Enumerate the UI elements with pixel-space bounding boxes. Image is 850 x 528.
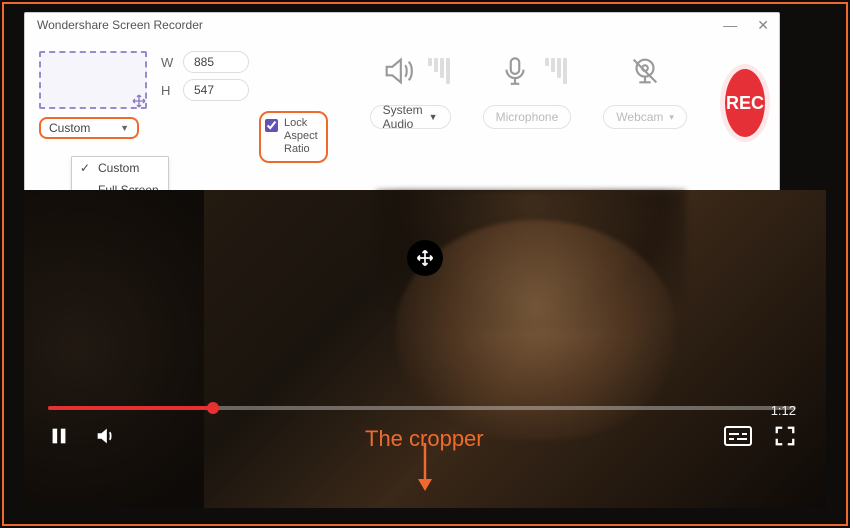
pause-button[interactable] xyxy=(48,425,70,452)
close-button[interactable]: ✕ xyxy=(757,17,769,34)
speaker-icon xyxy=(370,51,426,91)
titlebar: Wondershare Screen Recorder — ✕ xyxy=(25,13,779,37)
lock-aspect-label: Lock Aspect Ratio xyxy=(284,117,318,157)
capture-region-preview[interactable] xyxy=(39,51,147,109)
microphone-dropdown[interactable]: Microphone xyxy=(483,105,572,129)
webcam-off-icon xyxy=(617,51,673,91)
lock-aspect-group[interactable]: Lock Aspect Ratio xyxy=(259,111,328,163)
width-input[interactable] xyxy=(183,51,249,73)
width-label: W xyxy=(161,55,177,70)
check-icon: ✓ xyxy=(80,161,92,175)
chevron-down-icon: ▼ xyxy=(429,112,438,122)
height-input[interactable] xyxy=(183,79,249,101)
move-arrows-icon xyxy=(131,93,147,109)
system-audio-dropdown[interactable]: System Audio ▼ xyxy=(370,105,451,129)
volume-button[interactable] xyxy=(94,425,116,452)
audio-level-icon xyxy=(428,58,450,84)
region-mode-dropdown[interactable]: Custom ▼ xyxy=(39,117,139,139)
lock-aspect-checkbox[interactable] xyxy=(265,119,278,132)
record-button[interactable]: REC xyxy=(725,69,765,137)
fullscreen-button[interactable] xyxy=(774,425,796,452)
recorder-window: Wondershare Screen Recorder — ✕ Custom ▼… xyxy=(24,12,780,208)
progress-bar[interactable] xyxy=(48,406,796,410)
mic-level-icon xyxy=(545,58,567,84)
microphone-icon xyxy=(487,51,543,91)
annotation-arrow-icon xyxy=(415,443,435,496)
chevron-down-icon: ▼ xyxy=(120,123,129,133)
subtitles-button[interactable] xyxy=(724,426,752,451)
minimize-button[interactable]: — xyxy=(723,17,737,34)
duration-label: 1:12 xyxy=(771,403,796,418)
height-label: H xyxy=(161,83,177,98)
progress-thumb[interactable] xyxy=(207,402,219,414)
video-player: 1:12 The cropper xyxy=(24,190,826,508)
webcam-dropdown[interactable]: Webcam ▾ xyxy=(603,105,687,129)
mode-option-custom[interactable]: ✓ Custom xyxy=(72,157,168,179)
window-title: Wondershare Screen Recorder xyxy=(37,18,203,32)
region-mode-value: Custom xyxy=(49,121,90,135)
chevron-down-icon: ▾ xyxy=(669,112,674,123)
cropper-move-handle[interactable] xyxy=(407,240,443,276)
